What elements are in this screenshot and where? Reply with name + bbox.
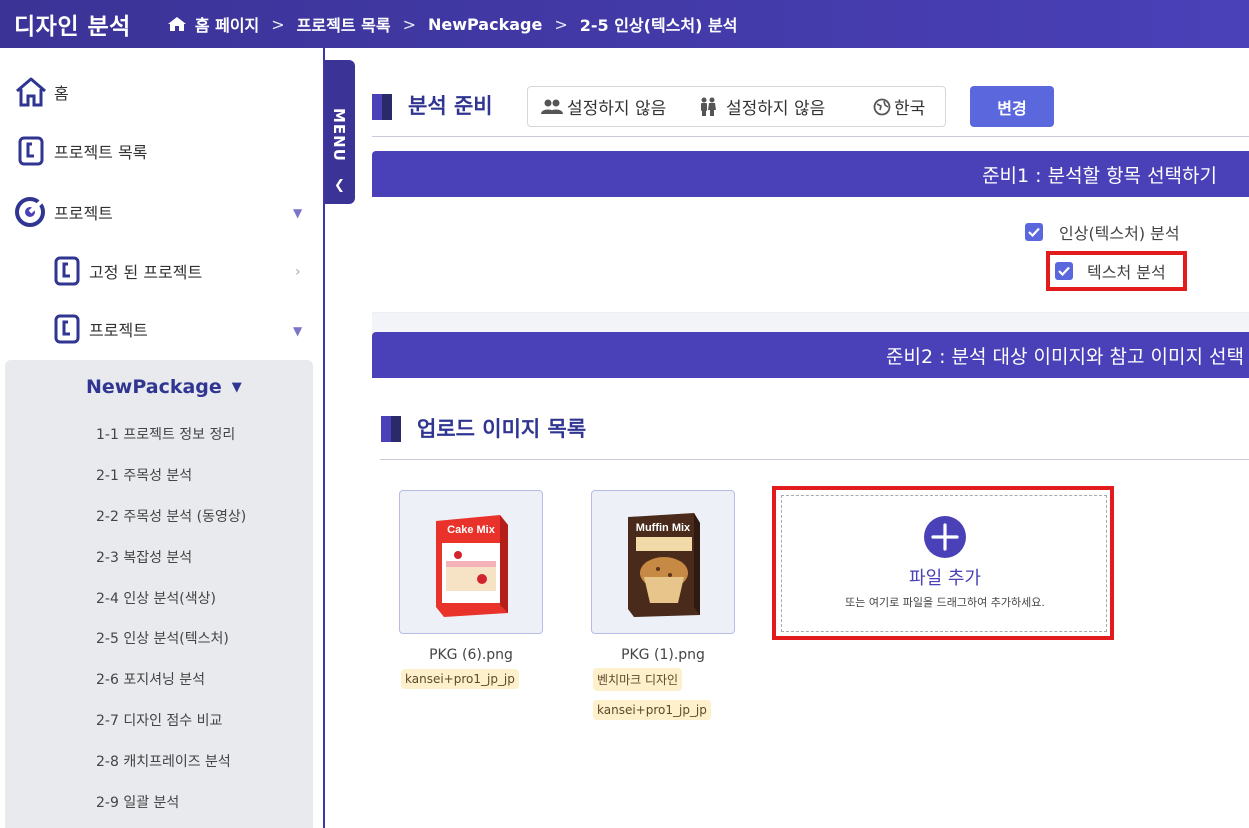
section-marker xyxy=(381,416,401,442)
gender-icon xyxy=(701,97,716,116)
image-tag: kansei+pro1_jp_jp xyxy=(593,700,711,720)
chevron-down-icon[interactable]: ▼ xyxy=(293,324,302,338)
app-title: 디자인 분석 xyxy=(14,14,131,40)
sidebar-link[interactable]: 2-9 일괄 분석 xyxy=(96,792,179,812)
sidebar-link[interactable]: 1-1 프로젝트 정보 정리 xyxy=(96,424,235,444)
muffin-mix-box-image: Muffin Mix xyxy=(628,513,700,617)
highlight-frame xyxy=(1046,251,1187,291)
breadcrumb-home[interactable]: 홈 페이지 xyxy=(195,12,259,36)
sidebar-item-label: 프로젝트 xyxy=(54,204,113,223)
breadcrumb-separator: > xyxy=(554,14,568,34)
change-button[interactable]: 변경 xyxy=(970,86,1054,127)
image-tag: kansei+pro1_jp_jp xyxy=(401,669,519,689)
sidebar-link[interactable]: 2-4 인상 분석(색상) xyxy=(96,588,216,608)
box-text: Cake Mix xyxy=(447,524,496,536)
chevron-right-icon[interactable]: › xyxy=(295,264,301,280)
sidebar-item-label: 프로젝트 목록 xyxy=(54,143,148,162)
sidebar-item-label: 고정 된 프로젝트 xyxy=(89,263,203,282)
sidebar-link[interactable]: 2-1 주목성 분석 xyxy=(96,465,192,485)
sidebar-item-label: 홈 xyxy=(54,84,69,103)
sidebar-link[interactable]: 2-8 캐치프레이즈 분석 xyxy=(96,751,231,771)
sidebar-item-home[interactable]: 홈 xyxy=(14,76,69,108)
sidebar-link[interactable]: 2-2 주목성 분석 (동영상) xyxy=(96,506,246,526)
cake-mix-box-image: Cake Mix xyxy=(436,515,508,617)
image-tag: 벤치마크 디자인 xyxy=(593,668,683,691)
sidebar-item-pinned-projects[interactable]: 고정 된 프로젝트 xyxy=(54,256,202,286)
chevron-down-icon[interactable]: ▼ xyxy=(293,206,302,220)
package-title[interactable]: NewPackage ▼ xyxy=(86,376,242,398)
sidebar-link[interactable]: 2-3 복잡성 분석 xyxy=(96,547,192,567)
filter-value-1: 설정하지 않음 xyxy=(567,99,667,119)
filter-value-2: 설정하지 않음 xyxy=(726,99,826,119)
breadcrumb-current: 2-5 인상(텍스처) 분석 xyxy=(579,16,738,35)
top-header: 디자인 분석 홈 페이지 > 프로젝트 목록 > NewPackage > 2-… xyxy=(0,0,1249,48)
sidebar-item-label: 프로젝트 xyxy=(89,321,148,340)
package-name: NewPackage xyxy=(86,376,222,398)
panel-gap xyxy=(372,313,1249,332)
people-icon xyxy=(541,99,563,114)
upload-list-title: 업로드 이미지 목록 xyxy=(417,417,587,441)
chevron-down-icon: ▼ xyxy=(231,379,242,395)
document-icon xyxy=(54,256,80,286)
highlight-frame xyxy=(772,486,1114,640)
box-text: Muffin Mix xyxy=(636,522,691,534)
sidebar-item-projects-sub[interactable]: 프로젝트 xyxy=(54,314,148,344)
globe-icon xyxy=(873,98,891,115)
sidebar-link[interactable]: 2-5 인상 분석(텍스처) xyxy=(96,628,229,648)
image-thumbnail[interactable]: Muffin Mix xyxy=(591,490,735,634)
option-label: 인상(텍스처) 분석 xyxy=(1059,224,1180,243)
sidebar-item-projects[interactable]: 프로젝트 xyxy=(14,196,113,228)
document-icon xyxy=(18,136,44,166)
home-icon xyxy=(167,17,186,31)
check-icon xyxy=(1028,227,1040,237)
sidebar-link[interactable]: 2-6 포지셔닝 분석 xyxy=(96,669,205,689)
menu-toggle-tab[interactable]: MENU ❮ xyxy=(325,60,355,204)
settings-summary: 설정하지 않음 설정하지 않음 한국 xyxy=(527,86,946,127)
divider xyxy=(372,136,1249,137)
option-impression-texture[interactable]: 인상(텍스처) 분석 xyxy=(1025,220,1180,244)
language-value: 한국 xyxy=(894,99,926,119)
sidebar: 홈 프로젝트 목록 프로젝트 ▼ 고정 된 프로젝트 › 프로젝트 ▼ NewP… xyxy=(0,48,323,828)
step2-header: 준비2 : 분석 대상 이미지와 참고 이미지 선택 xyxy=(372,332,1249,378)
divider xyxy=(380,459,1249,460)
document-icon xyxy=(54,314,80,344)
home-icon xyxy=(16,77,46,107)
breadcrumb-project-list[interactable]: 프로젝트 목록 xyxy=(297,12,391,36)
image-filename: PKG (6).png xyxy=(429,647,513,663)
sidebar-link[interactable]: 2-7 디자인 점수 비교 xyxy=(96,710,222,730)
prep-title: 분석 준비 xyxy=(408,94,493,118)
menu-label: MENU xyxy=(330,108,348,162)
image-filename: PKG (1).png xyxy=(621,647,705,663)
target-icon xyxy=(15,197,45,227)
chevron-left-icon: ❮ xyxy=(334,178,345,193)
sidebar-item-project-list[interactable]: 프로젝트 목록 xyxy=(18,136,147,166)
breadcrumb-separator: > xyxy=(271,14,285,34)
breadcrumb-package[interactable]: NewPackage xyxy=(428,15,542,34)
step1-header: 준비1 : 분석할 항목 선택하기 xyxy=(372,151,1249,197)
checkbox-checked[interactable] xyxy=(1025,223,1043,241)
breadcrumb-separator: > xyxy=(402,14,416,34)
section-marker xyxy=(372,94,392,120)
breadcrumb: 홈 페이지 > 프로젝트 목록 > NewPackage > 2-5 인상(텍스… xyxy=(167,12,738,36)
image-thumbnail[interactable]: Cake Mix xyxy=(399,490,543,634)
